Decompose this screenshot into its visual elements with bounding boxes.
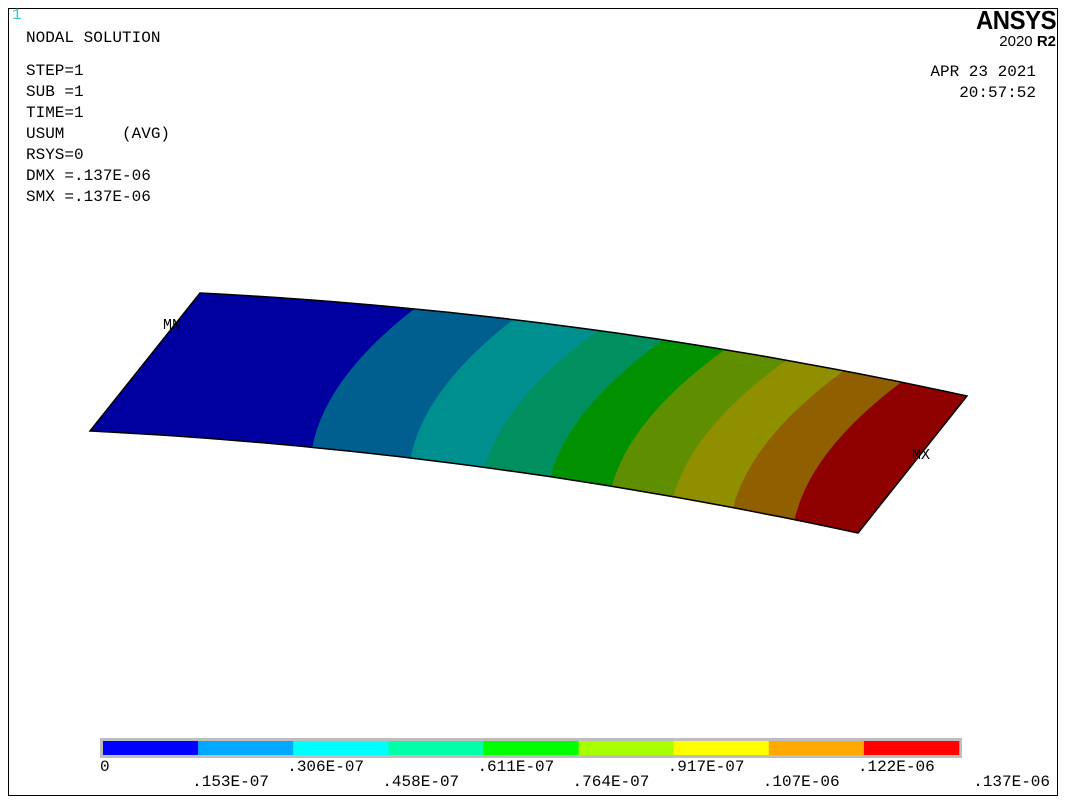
legend-tick-8: .122E-06: [857, 758, 935, 776]
legend-bar: [100, 738, 962, 758]
legend-swatch-3: [293, 741, 389, 755]
legend-tick-3: .458E-07: [382, 773, 460, 791]
legend-swatch-2: [198, 741, 294, 755]
contour-plot[interactable]: MN MX: [0, 0, 1068, 802]
legend-swatch-1: [103, 741, 199, 755]
legend-swatch-8: [768, 741, 865, 755]
legend-swatch-7: [673, 741, 770, 755]
legend-tick-2: .306E-07: [287, 758, 365, 776]
legend-swatch-9: [863, 741, 960, 755]
legend-tick-4: .611E-07: [477, 758, 555, 776]
legend-swatch-6: [578, 741, 674, 755]
max-marker: MX: [912, 447, 930, 464]
legend-swatch-5: [483, 741, 579, 755]
legend-tick-1: .153E-07: [192, 773, 269, 791]
min-marker: MN: [163, 317, 181, 334]
contour-bands: [89, 292, 968, 534]
legend-tick-6: .917E-07: [667, 758, 745, 776]
legend-tick-0: 0: [100, 758, 110, 776]
legend-tick-5: .764E-07: [572, 773, 650, 791]
legend-tick-9: .137E-06: [973, 773, 1050, 791]
legend-tick-7: .107E-06: [762, 773, 840, 791]
legend-swatch-4: [388, 741, 484, 755]
